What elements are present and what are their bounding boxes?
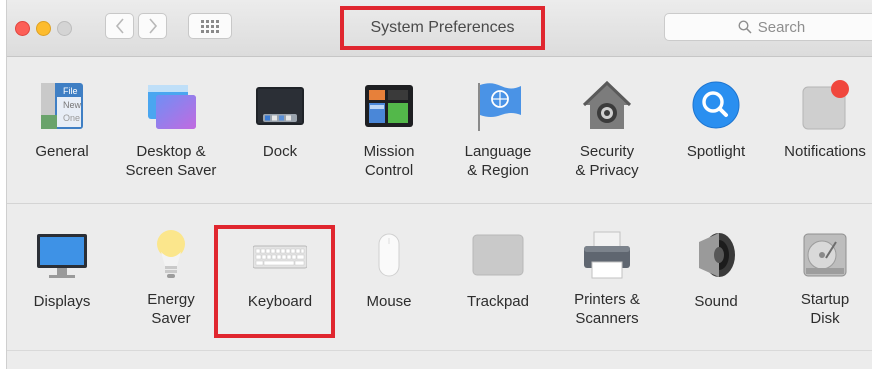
pref-security-privacy[interactable]: Security & Privacy: [557, 57, 657, 202]
zoom-button[interactable]: [57, 21, 72, 36]
pref-sound-label: Sound: [694, 293, 738, 310]
hard-disk-icon: [803, 233, 847, 277]
pref-general-label: General: [35, 143, 89, 160]
svg-text:File: File: [63, 86, 78, 96]
pref-startup-disk-label: Startup Disk: [800, 291, 850, 327]
window-title: System Preferences: [340, 6, 545, 50]
pref-notifications-label: Notifications: [784, 143, 866, 160]
pref-dock[interactable]: Dock: [230, 57, 330, 202]
show-all-button[interactable]: [188, 13, 232, 39]
pref-trackpad[interactable]: Trackpad: [448, 204, 548, 349]
pref-printers-label: Printers & Scanners: [574, 291, 640, 327]
pref-mission-control[interactable]: Mission Control: [339, 57, 439, 202]
svg-text:New: New: [63, 100, 82, 110]
monitor-icon: [37, 234, 87, 278]
speaker-icon: [699, 233, 735, 277]
pref-security-label: Security & Privacy: [575, 143, 639, 179]
notifications-icon: [802, 80, 849, 130]
printer-icon: [584, 231, 630, 279]
lightbulb-icon: [157, 230, 185, 278]
search-placeholder: Search: [757, 18, 806, 36]
bottom-divider: [7, 350, 872, 351]
pref-spotlight[interactable]: Spotlight: [666, 57, 766, 202]
pref-displays-label: Displays: [33, 293, 91, 310]
pref-startup-disk[interactable]: Startup Disk: [775, 204, 872, 349]
back-button[interactable]: [105, 13, 134, 39]
pref-language-region-label: Language & Region: [464, 143, 532, 179]
pref-mouse-label: Mouse: [366, 293, 412, 310]
pref-spotlight-label: Spotlight: [686, 143, 746, 160]
pref-energy-saver[interactable]: Energy Saver: [121, 204, 221, 349]
house-lock-icon: [582, 80, 632, 129]
search-field[interactable]: Search: [664, 13, 872, 41]
pref-mission-control-label: Mission Control: [363, 143, 415, 179]
pref-desktop-screen-saver[interactable]: Desktop & Screen Saver: [121, 57, 221, 202]
chevron-right-icon: [148, 18, 157, 34]
dock-icon: [256, 87, 304, 125]
mission-control-icon: [365, 85, 413, 127]
magnifier-icon: [692, 81, 740, 129]
pref-notifications[interactable]: Notifications: [775, 57, 872, 202]
minimize-button[interactable]: [36, 21, 51, 36]
search-icon: [738, 20, 752, 34]
pref-sound[interactable]: Sound: [666, 204, 766, 349]
close-button[interactable]: [15, 21, 30, 36]
system-preferences-window: System Preferences Search File New One G…: [6, 0, 872, 369]
pref-printers-scanners[interactable]: Printers & Scanners: [557, 204, 657, 349]
preferences-row-personal: File New One General Desktop & Screen Sa…: [7, 57, 872, 202]
pref-displays[interactable]: Displays: [12, 204, 112, 349]
globe-flag-icon: [478, 83, 521, 131]
grid-icon: [201, 19, 219, 33]
trackpad-icon: [472, 234, 524, 276]
chevron-left-icon: [115, 18, 124, 34]
preferences-row-hardware: Displays Energy Saver Keyboard Mouse Tra…: [7, 204, 872, 349]
svg-text:One: One: [63, 113, 80, 123]
general-icon: File New One: [41, 83, 83, 129]
desktop-icon: [148, 85, 196, 129]
pref-mouse[interactable]: Mouse: [339, 204, 439, 349]
window-title-text: System Preferences: [370, 19, 515, 36]
mouse-icon: [378, 233, 400, 277]
pref-general[interactable]: File New One General: [12, 57, 112, 202]
pref-dock-label: Dock: [262, 143, 298, 160]
keyboard-highlight-box: [214, 225, 335, 338]
pref-language-region[interactable]: Language & Region: [448, 57, 548, 202]
toolbar: System Preferences Search: [7, 0, 872, 57]
forward-button[interactable]: [138, 13, 167, 39]
pref-energy-saver-label: Energy Saver: [147, 291, 195, 327]
pref-trackpad-label: Trackpad: [467, 293, 529, 310]
pref-desktop-label: Desktop & Screen Saver: [125, 143, 217, 179]
